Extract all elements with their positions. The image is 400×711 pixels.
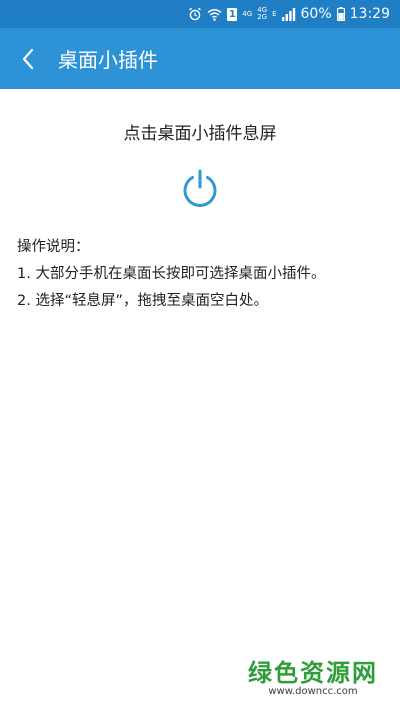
instruction-step-1: 1. 大部分手机在桌面长按即可选择桌面小插件。	[17, 266, 326, 282]
wifi-icon	[207, 8, 222, 21]
instructions-block: 操作说明： 1. 大部分手机在桌面长按即可选择桌面小插件。 2. 选择“轻息屏”…	[17, 234, 387, 315]
battery-percent: 60%	[300, 6, 332, 22]
status-bar: 1 4G 4G 2G E 60% 13:29	[0, 0, 400, 28]
app-bar: 桌面小插件	[0, 28, 400, 89]
headline-text: 点击桌面小插件息屏	[123, 124, 277, 144]
power-icon	[183, 169, 217, 207]
page-title: 桌面小插件	[58, 48, 158, 72]
alarm-icon	[188, 7, 202, 21]
4g-2g-icon: 4G 2G	[257, 7, 267, 21]
battery-icon	[336, 7, 345, 21]
e-icon: E	[272, 9, 277, 18]
power-button[interactable]	[180, 168, 220, 208]
watermark: 绿色资源网 www.downcc.com	[248, 653, 378, 697]
instructions-title: 操作说明：	[17, 239, 90, 255]
back-button[interactable]	[0, 28, 56, 89]
sim-1-icon: 1	[227, 7, 238, 21]
chevron-left-icon	[22, 48, 34, 69]
instruction-step-2: 2. 选择“轻息屏”，拖拽至桌面空白处。	[17, 293, 268, 309]
2g-bottom-label: 2G	[257, 13, 268, 21]
4g-icon: 4G	[242, 9, 253, 18]
signal-icon	[281, 7, 296, 21]
status-time: 13:29	[349, 6, 390, 22]
watermark-brand: 绿色资源网	[248, 659, 378, 687]
